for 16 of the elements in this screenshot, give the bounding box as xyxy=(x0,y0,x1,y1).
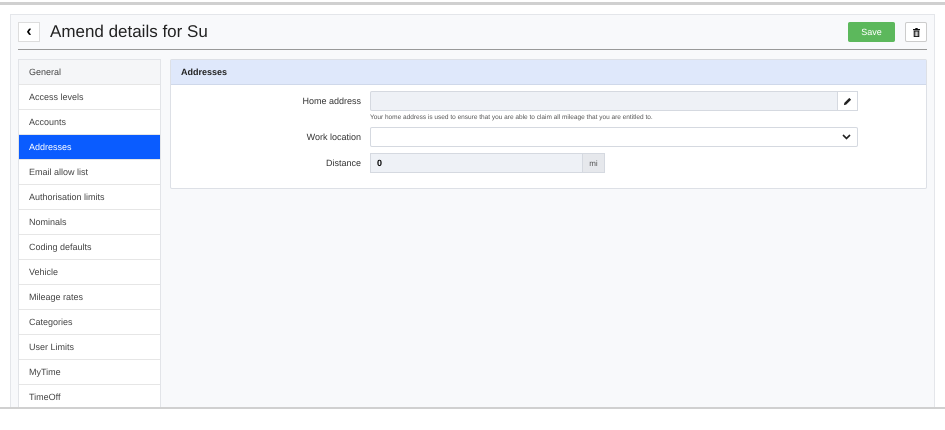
panel-title: Addresses xyxy=(171,60,926,85)
trash-icon xyxy=(912,28,920,36)
back-button[interactable]: ‹ xyxy=(18,22,40,42)
field-label: Home address xyxy=(301,95,361,108)
field-label: Work location xyxy=(306,131,361,144)
sidebar-item[interactable]: General xyxy=(19,60,160,85)
edit-button[interactable] xyxy=(838,91,858,111)
distance-field[interactable]: 0 xyxy=(370,153,583,173)
page-title: Amend details for Su xyxy=(50,22,209,42)
delete-button[interactable] xyxy=(905,22,927,42)
field-label: Distance xyxy=(324,157,361,170)
unit-label: mi xyxy=(583,153,605,173)
sidebar-item[interactable]: Addresses xyxy=(19,135,160,160)
chevron-down-icon xyxy=(842,134,851,140)
home-address-field[interactable] xyxy=(370,91,838,111)
pencil-icon xyxy=(843,96,852,106)
